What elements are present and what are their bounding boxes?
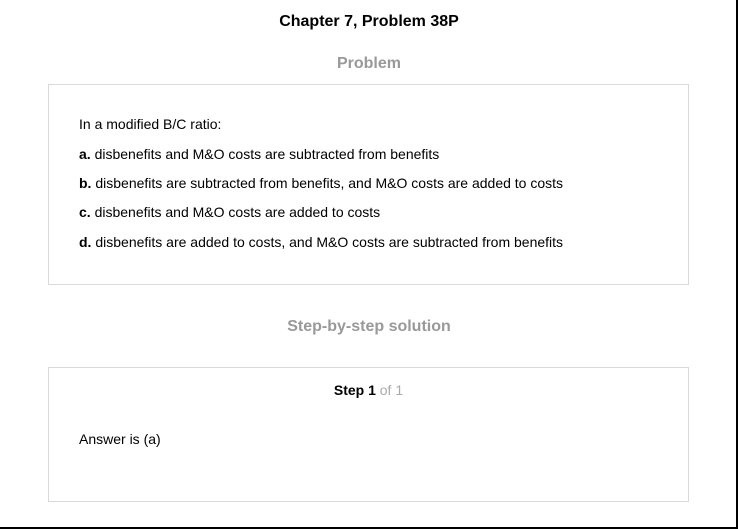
option-c: c. disbenefits and M&O costs are added t… [79, 203, 380, 221]
option-a-letter: a. [79, 146, 91, 162]
solution-section-title: Step-by-step solution [287, 318, 451, 335]
solution-card: Step 1 of 1 Answer is (a) [48, 367, 689, 502]
option-a-text: disbenefits and M&O costs are subtracted… [94, 146, 440, 162]
step-header: Step 1 of 1 [49, 381, 688, 399]
problem-intro: In a modified B/C ratio: [79, 116, 222, 132]
page-title: Chapter 7, Problem 38P [279, 13, 459, 30]
option-b: b. disbenefits are subtracted from benef… [79, 174, 563, 192]
option-d-letter: d. [79, 234, 92, 250]
option-b-letter: b. [79, 175, 92, 191]
answer-text: Answer is (a) [79, 431, 161, 447]
option-d: d. disbenefits are added to costs, and M… [79, 233, 563, 251]
option-a: a. disbenefits and M&O costs are subtrac… [79, 145, 439, 163]
option-b-text: disbenefits are subtracted from benefits… [95, 175, 564, 191]
option-d-text: disbenefits are added to costs, and M&O … [95, 234, 564, 250]
option-c-text: disbenefits and M&O costs are added to c… [94, 204, 381, 220]
problem-section-title: Problem [336, 55, 401, 72]
step-count: of 1 [379, 382, 404, 398]
step-label: Step 1 [333, 382, 376, 398]
problem-card: In a modified B/C ratio: a. disbenefits … [48, 84, 689, 285]
option-c-letter: c. [79, 204, 91, 220]
